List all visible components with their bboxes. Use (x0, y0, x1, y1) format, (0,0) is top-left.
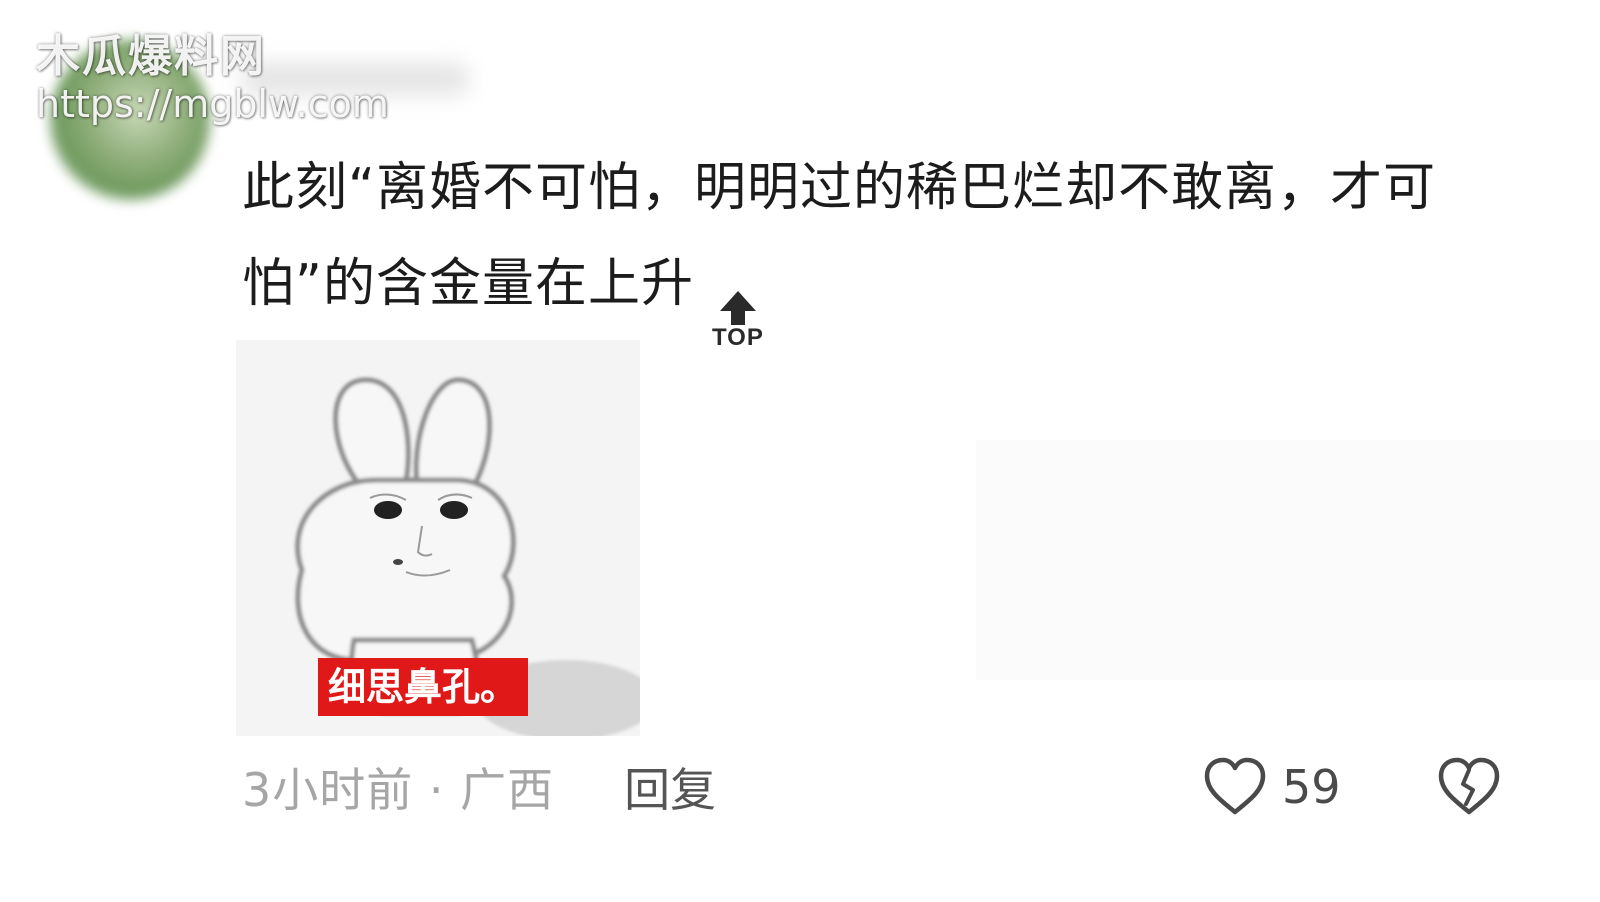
watermark-site-url: https://mgblw.com (36, 81, 389, 126)
top-badge-label: TOP (711, 324, 764, 351)
sticker-caption: 细思鼻孔。 (318, 658, 529, 716)
comment-body: 此刻“离婚不可怕，明明过的稀巴烂却不敢离，才可怕”的含金量在上升 TOP (242, 140, 1532, 351)
comment-text: 此刻“离婚不可怕，明明过的稀巴烂却不敢离，才可怕”的含金量在上升 (242, 158, 1436, 314)
comment-footer: 3小时前 · 广西 回复 (242, 752, 716, 822)
top-badge: TOP (712, 291, 764, 351)
watermark-site-name: 木瓜爆料网 (36, 31, 266, 82)
broken-heart-icon (1438, 757, 1500, 815)
up-arrow-stem (730, 311, 745, 325)
comment-time-location: 3小时前 · 广西 (242, 763, 555, 817)
heart-outline-icon (1204, 757, 1266, 815)
rabbit-sticker-image[interactable]: 细思鼻孔。 (236, 340, 640, 736)
up-arrow-icon (719, 291, 756, 311)
dislike-button[interactable] (1436, 754, 1502, 820)
like-count: 59 (1282, 760, 1341, 814)
reply-button[interactable]: 回复 (624, 754, 716, 820)
watermark: 木瓜爆料网 https://mgblw.com (36, 31, 389, 126)
like-button[interactable]: 59 (1202, 752, 1341, 822)
comment-screenshot: 木瓜爆料网 https://mgblw.com 此刻“离婚不可怕，明明过的稀巴烂… (0, 0, 1600, 902)
faint-background-block (976, 440, 1600, 680)
